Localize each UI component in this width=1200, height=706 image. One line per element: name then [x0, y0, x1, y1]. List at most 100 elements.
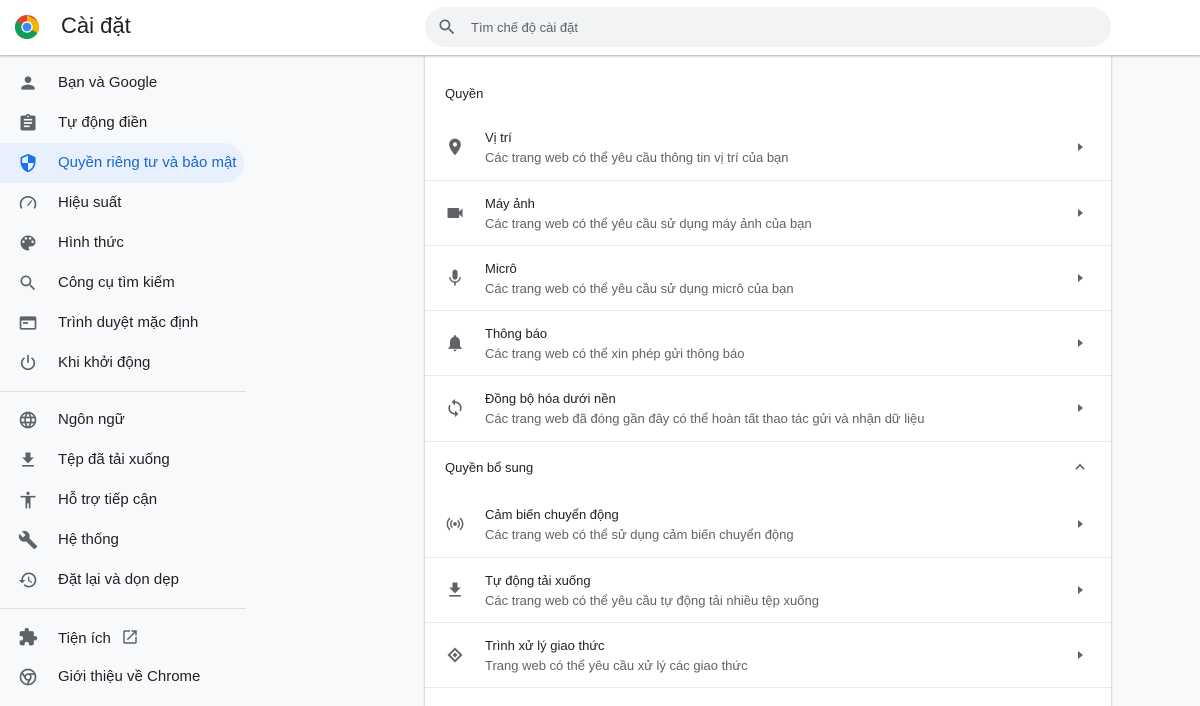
chevron-right-icon [1078, 651, 1083, 659]
sidebar-item-label: Hỗ trợ tiếp cận [58, 491, 158, 508]
sidebar-divider [0, 608, 246, 609]
sidebar-item-appearance[interactable]: Hình thức [0, 223, 244, 263]
row-title: Máy ảnh [485, 196, 535, 211]
sidebar-item-reset[interactable]: Đặt lại và dọn dẹp [0, 560, 244, 600]
permissions-card: Quyền Vị trí Các trang web có thể yêu cầ… [425, 55, 1111, 706]
section-divider [425, 441, 1111, 442]
search-input[interactable] [471, 7, 1091, 47]
permission-row-background-sync[interactable]: Đồng bộ hóa dưới nền Các trang web đã đó… [425, 375, 1111, 440]
row-title: Trình xử lý giao thức [485, 638, 605, 653]
sidebar-item-performance[interactable]: Hiệu suất [0, 183, 244, 223]
sidebar-item-label: Quyền riêng tư và bảo mật [58, 154, 237, 171]
sidebar-item-search-engine[interactable]: Công cụ tìm kiếm [0, 263, 244, 303]
camera-icon [445, 203, 465, 223]
sidebar-item-on-startup[interactable]: Khi khởi động [0, 343, 244, 383]
search-icon [439, 19, 455, 35]
permissions-section-title: Quyền [445, 86, 484, 101]
browser-window-icon [18, 313, 38, 333]
row-divider [425, 687, 1111, 688]
sidebar-divider [0, 391, 246, 392]
sidebar-item-label: Công cụ tìm kiếm [58, 274, 175, 291]
reset-icon [18, 570, 38, 590]
download-icon [445, 580, 465, 600]
sidebar-item-accessibility[interactable]: Hỗ trợ tiếp cận [0, 480, 244, 520]
sidebar-item-label: Giới thiệu về Chrome [58, 668, 201, 685]
sidebar-item-you-and-google[interactable]: Bạn và Google [0, 63, 244, 103]
accessibility-icon [18, 490, 38, 510]
chevron-right-icon [1078, 143, 1083, 151]
permission-row-camera[interactable]: Máy ảnh Các trang web có thể yêu cầu sử … [425, 180, 1111, 245]
sidebar-item-label: Tự động điền [58, 114, 148, 131]
sidebar-item-label: Đặt lại và dọn dẹp [58, 571, 179, 588]
sidebar-item-default-browser[interactable]: Trình duyệt mặc định [0, 303, 244, 343]
row-title: Tự động tải xuống [485, 573, 591, 588]
clipboard-icon [18, 113, 38, 133]
palette-icon [18, 233, 38, 253]
chevron-right-icon [1078, 520, 1083, 528]
top-bar: Cài đặt [0, 0, 1200, 55]
row-title: Thông báo [485, 326, 548, 341]
location-pin-icon [445, 137, 465, 157]
sidebar-item-label: Hình thức [58, 234, 124, 251]
microphone-icon [445, 268, 465, 288]
sidebar-item-languages[interactable]: Ngôn ngữ [0, 400, 244, 440]
row-subtitle: Các trang web có thể yêu cầu sử dụng máy… [485, 216, 812, 231]
chevron-right-icon [1078, 586, 1083, 594]
chrome-icon [18, 667, 38, 687]
sidebar-item-label: Tệp đã tải xuống [58, 451, 170, 468]
open-external-icon [123, 630, 137, 644]
search-box[interactable] [425, 7, 1111, 47]
sidebar-item-label: Bạn và Google [58, 74, 158, 91]
puzzle-icon [18, 627, 38, 647]
row-subtitle: Các trang web có thể yêu cầu thông tin v… [485, 150, 789, 165]
row-title: Đồng bộ hóa dưới nền [485, 391, 616, 406]
chevron-up-icon[interactable] [1070, 457, 1090, 477]
sidebar-item-label: Tiện ích [58, 628, 139, 647]
permission-row-motion-sensors[interactable]: Cảm biến chuyển động Các trang web có th… [425, 492, 1111, 557]
sidebar-item-label: Khi khởi động [58, 354, 151, 371]
sidebar-item-label: Trình duyệt mặc định [58, 314, 199, 331]
row-subtitle: Các trang web có thể xin phép gửi thông … [485, 346, 745, 361]
chevron-right-icon [1078, 209, 1083, 217]
permission-row-location[interactable]: Vị trí Các trang web có thể yêu cầu thôn… [425, 115, 1111, 180]
person-icon [18, 73, 38, 93]
row-subtitle: Trang web có thể yêu cầu xử lý các giao … [485, 658, 748, 673]
chevron-right-icon [1078, 274, 1083, 282]
row-subtitle: Các trang web có thể yêu cầu tự động tải… [485, 593, 819, 608]
globe-icon [18, 410, 38, 430]
motion-sensor-icon [445, 514, 465, 534]
protocol-handler-icon [445, 645, 465, 665]
sidebar-item-privacy-security[interactable]: Quyền riêng tư và bảo mật [0, 143, 244, 183]
chevron-right-icon [1078, 404, 1083, 412]
row-title: Cảm biến chuyển động [485, 507, 619, 522]
permission-row-microphone[interactable]: Micrô Các trang web có thể yêu cầu sử dụ… [425, 245, 1111, 310]
row-title: Micrô [485, 261, 517, 276]
power-icon [18, 353, 38, 373]
permission-row-notifications[interactable]: Thông báo Các trang web có thể xin phép … [425, 310, 1111, 375]
row-subtitle: Các trang web có thể sử dụng cảm biến ch… [485, 527, 794, 542]
permission-row-protocol-handlers[interactable]: Trình xử lý giao thức Trang web có thể y… [425, 622, 1111, 687]
sidebar-item-system[interactable]: Hệ thống [0, 520, 244, 560]
shield-icon [18, 153, 38, 173]
sync-icon [445, 398, 465, 418]
sidebar-item-autofill[interactable]: Tự động điền [0, 103, 244, 143]
download-icon [18, 450, 38, 470]
sidebar-item-extensions[interactable]: Tiện ích [0, 617, 244, 657]
row-title: Vị trí [485, 130, 512, 145]
chevron-right-icon [1078, 339, 1083, 347]
sidebar-item-label: Ngôn ngữ [58, 411, 125, 428]
search-icon [18, 273, 38, 293]
wrench-icon [18, 530, 38, 550]
permission-row-automatic-downloads[interactable]: Tự động tải xuống Các trang web có thể y… [425, 557, 1111, 622]
row-subtitle: Các trang web đã đóng gần đây có thể hoà… [485, 411, 925, 426]
speedometer-icon [18, 193, 38, 213]
bell-icon [445, 333, 465, 353]
page-title: Cài đặt [61, 13, 131, 38]
row-subtitle: Các trang web có thể yêu cầu sử dụng mic… [485, 281, 794, 296]
sidebar-item-label: Hiệu suất [58, 194, 122, 211]
sidebar-item-label: Hệ thống [58, 531, 119, 548]
additional-permissions-title: Quyền bổ sung [445, 460, 534, 475]
chrome-logo-icon [14, 15, 40, 40]
sidebar-item-about-chrome[interactable]: Giới thiệu về Chrome [0, 657, 244, 697]
sidebar-item-downloads[interactable]: Tệp đã tải xuống [0, 440, 244, 480]
